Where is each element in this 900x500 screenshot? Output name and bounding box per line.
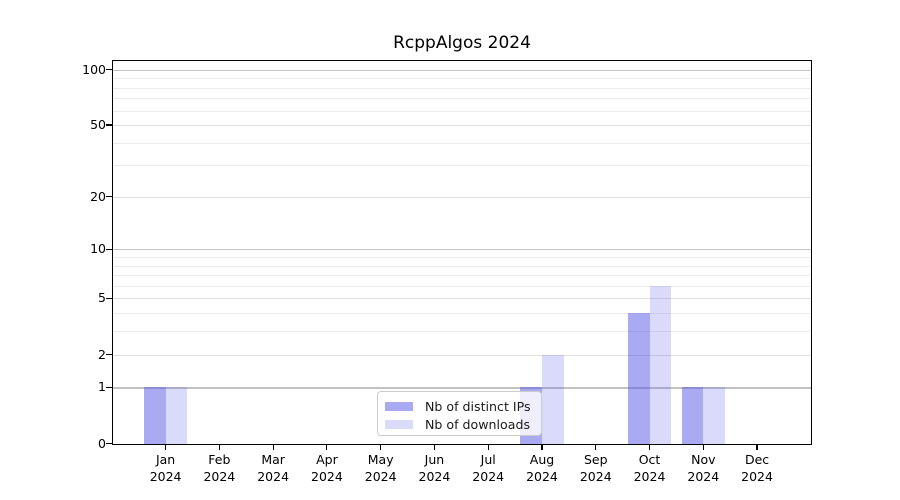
gridline-major bbox=[113, 249, 811, 250]
x-tick-label: Aug 2024 bbox=[512, 452, 572, 485]
bar-downloads-jan bbox=[166, 387, 188, 443]
x-tick-mark bbox=[165, 444, 166, 450]
x-tick-mark bbox=[649, 444, 650, 450]
bar-downloads-oct bbox=[650, 286, 672, 444]
x-tick-label: Mar 2024 bbox=[243, 452, 303, 485]
y-tick-label: 0 bbox=[6, 436, 106, 452]
gridline-minor bbox=[113, 286, 811, 287]
gridline-minor bbox=[113, 313, 811, 314]
plot-area: Nb of distinct IPs Nb of downloads bbox=[113, 61, 811, 444]
gridline-minor bbox=[113, 165, 811, 166]
gridline-minor-labeled bbox=[113, 197, 811, 198]
chart-figure: RcppAlgos 2024 Nb of distinct IPs Nb of … bbox=[0, 0, 900, 500]
x-tick-label: Sep 2024 bbox=[566, 452, 626, 485]
y-tick-label: 50 bbox=[6, 117, 106, 133]
x-tick-mark bbox=[703, 444, 704, 450]
y-tick-label: 100 bbox=[6, 62, 106, 78]
gridline-minor bbox=[113, 88, 811, 89]
gridline-major bbox=[113, 70, 811, 71]
x-tick-label: Apr 2024 bbox=[297, 452, 357, 485]
bar-downloads-nov bbox=[703, 387, 725, 443]
bar-distinct-ips-jan bbox=[144, 387, 166, 443]
legend-swatch-downloads bbox=[385, 420, 413, 429]
y-tick-mark bbox=[106, 298, 113, 299]
x-tick-mark bbox=[756, 444, 757, 450]
bar-distinct-ips-oct bbox=[628, 313, 650, 443]
x-tick-mark bbox=[488, 444, 489, 450]
y-tick-mark bbox=[106, 443, 113, 444]
gridline-minor bbox=[113, 257, 811, 258]
legend-label-downloads: Nb of downloads bbox=[425, 417, 530, 432]
y-tick-label: 10 bbox=[6, 241, 106, 257]
gridline-minor bbox=[113, 266, 811, 267]
gridline-minor bbox=[113, 331, 811, 332]
chart-title: RcppAlgos 2024 bbox=[113, 33, 811, 53]
gridline-minor bbox=[113, 143, 811, 144]
x-tick-label: Jun 2024 bbox=[404, 452, 464, 485]
legend-row-downloads: Nb of downloads bbox=[385, 416, 541, 432]
bar-downloads-aug bbox=[542, 355, 564, 444]
gridline-minor-labeled bbox=[113, 298, 811, 299]
x-tick-label: Jan 2024 bbox=[136, 452, 196, 485]
y-tick-mark bbox=[106, 249, 113, 250]
gridline-minor bbox=[113, 78, 811, 79]
y-tick-mark bbox=[106, 354, 113, 355]
gridline-minor bbox=[113, 275, 811, 276]
x-tick-label: Feb 2024 bbox=[189, 452, 249, 485]
x-tick-label: Jul 2024 bbox=[458, 452, 518, 485]
legend-row-distinct-ips: Nb of distinct IPs bbox=[385, 398, 541, 414]
x-tick-mark bbox=[434, 444, 435, 450]
x-tick-label: May 2024 bbox=[351, 452, 411, 485]
gridline-minor bbox=[113, 98, 811, 99]
gridline-minor bbox=[113, 111, 811, 112]
y-tick-mark bbox=[106, 124, 113, 125]
legend-swatch-distinct-ips bbox=[385, 402, 413, 411]
gridline-minor-labeled bbox=[113, 125, 811, 126]
x-tick-mark bbox=[273, 444, 274, 450]
x-tick-mark bbox=[219, 444, 220, 450]
y-tick-mark bbox=[106, 387, 113, 388]
legend-label-distinct-ips: Nb of distinct IPs bbox=[425, 399, 531, 414]
y-tick-label: 1 bbox=[6, 379, 106, 395]
x-tick-mark bbox=[326, 444, 327, 450]
x-tick-mark bbox=[541, 444, 542, 450]
y-tick-label: 5 bbox=[6, 290, 106, 306]
bar-distinct-ips-nov bbox=[682, 387, 704, 443]
legend: Nb of distinct IPs Nb of downloads bbox=[377, 391, 542, 436]
gridline-minor-labeled bbox=[113, 355, 811, 356]
y-tick-mark bbox=[106, 69, 113, 70]
y-tick-label: 2 bbox=[6, 347, 106, 363]
y-tick-label: 20 bbox=[6, 189, 106, 205]
x-tick-label: Oct 2024 bbox=[620, 452, 680, 485]
x-tick-label: Dec 2024 bbox=[727, 452, 787, 485]
x-tick-mark bbox=[380, 444, 381, 450]
y-tick-mark bbox=[106, 196, 113, 197]
x-tick-mark bbox=[595, 444, 596, 450]
x-tick-label: Nov 2024 bbox=[673, 452, 733, 485]
